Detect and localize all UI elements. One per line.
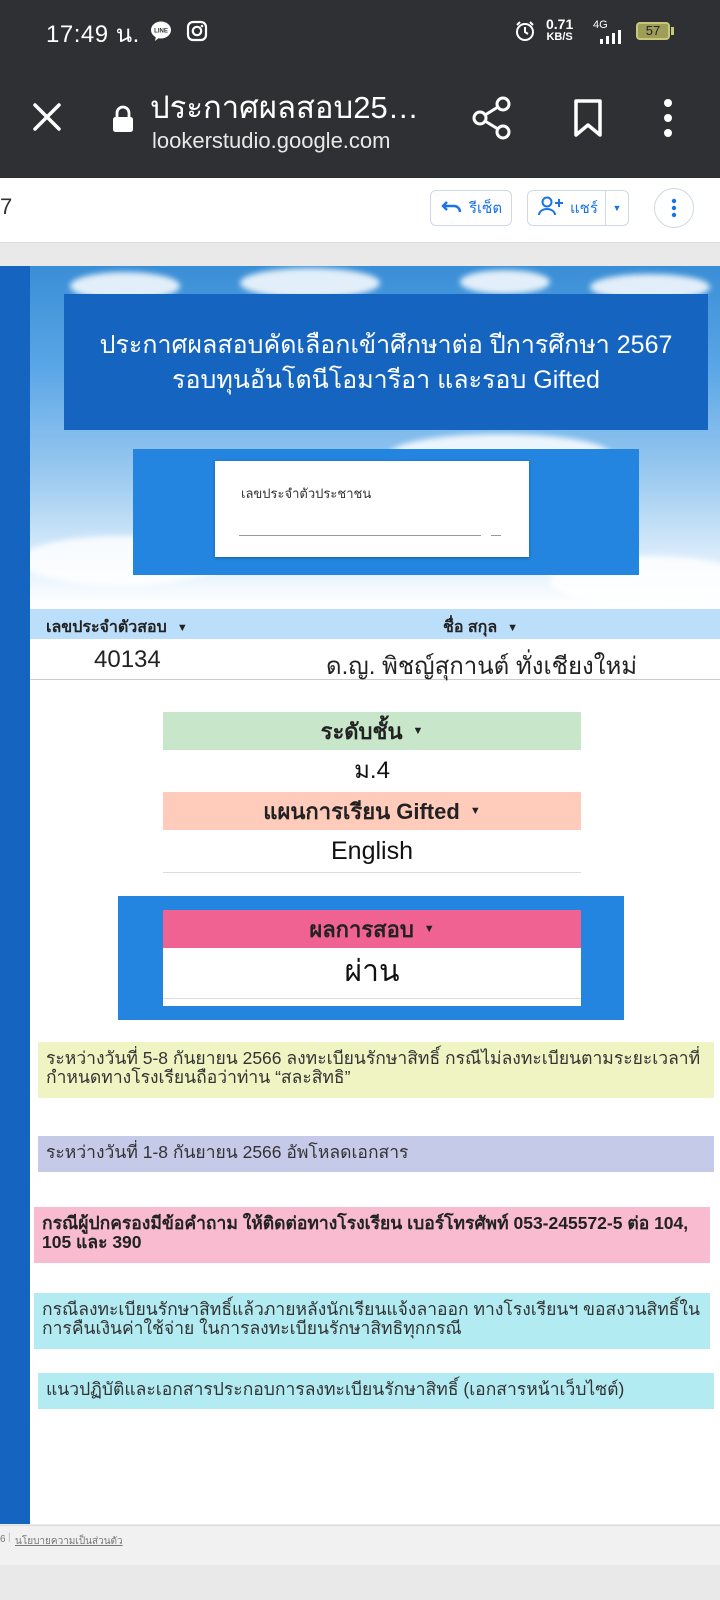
student-name-cell: ด.ญ. พิชญ์สุกานต์ ทั่งเชียงใหม่ [326, 653, 638, 680]
results-table-header: เลขประจำตัวสอบ ▼ ชื่อ สกุล ▼ [30, 609, 720, 639]
add-person-icon [538, 196, 564, 220]
result-header[interactable]: ผลการสอบ ▼ [163, 910, 581, 948]
left-accent-bar [0, 266, 30, 1524]
report-title-box: ประกาศผลสอบคัดเลือกเข้าศึกษาต่อ ปีการศึก… [64, 294, 708, 430]
level-scorecard: ระดับชั้น ▼ ม.4 [163, 712, 581, 792]
privacy-policy-link[interactable]: นโยบายความเป็นส่วนตัว [15, 1534, 123, 1549]
sort-caret-icon: ▼ [176, 621, 188, 634]
reset-label: รีเซ็ต [469, 200, 503, 217]
looker-header: 7 รีเซ็ต แชร์ ▼ [0, 178, 720, 243]
vertical-dots-icon [671, 198, 677, 218]
close-icon[interactable] [30, 100, 64, 139]
table-row: 40134 ด.ญ. พิชญ์สุกานต์ ทั่งเชียงใหม่ [30, 639, 720, 680]
status-bar: 17:49 น. LINE 0.71 KB/S 4G 57 [0, 0, 720, 62]
report-footer: 6 | นโยบายความเป็นส่วนตัว [0, 1525, 720, 1566]
result-scorecard: ผลการสอบ ▼ ผ่าน [163, 910, 581, 1006]
program-label: แผนการเรียน Gifted [263, 798, 460, 824]
system-nav-area [0, 1565, 720, 1600]
report-more-button[interactable] [654, 188, 694, 228]
more-options-icon[interactable] [663, 98, 673, 143]
exam-id-cell: 40134 [94, 646, 161, 673]
browser-toolbar: ประกาศผลสอบ25… lookerstudio.google.com [0, 62, 720, 178]
level-value: ม.4 [354, 757, 390, 784]
report-title-line2: รอบทุนอันโตนีโอมารีอา และรอบ Gifted [172, 366, 600, 394]
exam-id-header-label: เลขประจำตัวสอบ [46, 619, 167, 636]
note-guidelines-link[interactable]: แนวปฏิบัติและเอกสารประกอบการลงทะเบียนรัก… [38, 1373, 714, 1409]
reset-button[interactable]: รีเซ็ต [430, 190, 512, 226]
note-upload-period: ระหว่างวันที่ 1-8 กันยายน 2566 อัพโหลดเอ… [38, 1136, 714, 1172]
id-input-panel: เลขประจำตัวประชาชน [133, 449, 639, 575]
note-refund-policy: กรณีลงทะเบียนรักษาสิทธิ์แล้วภายหลังนักเร… [34, 1293, 710, 1349]
name-header-label: ชื่อ สกุล [443, 619, 498, 636]
program-value: English [163, 830, 581, 873]
share-dropdown-caret-icon[interactable]: ▼ [605, 191, 628, 225]
share-label: แชร์ [570, 200, 598, 217]
battery-level: 57 [645, 23, 661, 38]
note-registration-period: ระหว่างวันที่ 5-8 กันยายน 2566 ลงทะเบียน… [38, 1042, 714, 1098]
undo-icon [441, 198, 463, 218]
id-input-label: เลขประจำตัวประชาชน [241, 486, 372, 501]
report-title-line1: ประกาศผลสอบคัดเลือกเข้าศึกษาต่อ ปีการศึก… [99, 331, 673, 359]
lock-icon [111, 104, 135, 139]
level-header[interactable]: ระดับชั้น ▼ [163, 712, 581, 750]
report-page: ประกาศผลสอบคัดเลือกเข้าศึกษาต่อ ปีการศึก… [30, 266, 720, 1524]
result-label: ผลการสอบ [309, 916, 414, 942]
page-title: ประกาศผลสอบ25… [150, 90, 419, 125]
footer-fragment: 6 [0, 1534, 6, 1545]
dropdown-caret-icon: ▼ [423, 923, 435, 935]
id-input-field[interactable] [239, 535, 481, 536]
dropdown-caret-icon: ▼ [469, 805, 481, 817]
battery-tip [671, 27, 674, 35]
page-number-fragment: 7 [0, 194, 13, 219]
column-header-exam-id[interactable]: เลขประจำตัวสอบ ▼ [46, 615, 188, 640]
input-underline-end [491, 535, 501, 536]
instagram-icon [186, 20, 208, 47]
result-panel: ผลการสอบ ▼ ผ่าน [118, 896, 624, 1020]
share-icon[interactable] [472, 96, 512, 145]
bookmark-icon[interactable] [572, 98, 604, 143]
network-speed: 0.71 KB/S [546, 16, 574, 44]
id-input-card[interactable]: เลขประจำตัวประชาชน [215, 461, 529, 557]
battery-icon: 57 [636, 22, 670, 40]
alarm-icon [514, 20, 536, 47]
program-scorecard: แผนการเรียน Gifted ▼ English [163, 792, 581, 873]
dropdown-caret-icon: ▼ [412, 725, 424, 737]
note-contact: กรณีผู้ปกครองมีข้อคำถาม ให้ติดต่อทางโรงเ… [34, 1207, 710, 1263]
net-speed-value: 0.71 [546, 16, 574, 32]
column-header-name[interactable]: ชื่อ สกุล ▼ [443, 615, 518, 640]
sort-caret-icon: ▼ [507, 621, 519, 634]
signal-icon [598, 30, 622, 49]
share-button[interactable]: แชร์ ▼ [527, 190, 629, 226]
program-header[interactable]: แผนการเรียน Gifted ▼ [163, 792, 581, 830]
page-url[interactable]: lookerstudio.google.com [152, 128, 390, 154]
net-speed-unit: KB/S [546, 31, 573, 43]
line-app-icon: LINE [150, 20, 172, 47]
status-time: 17:49 น. [46, 21, 140, 48]
result-value: ผ่าน [163, 948, 581, 999]
svg-text:LINE: LINE [154, 29, 168, 35]
level-label: ระดับชั้น [320, 718, 403, 744]
footer-divider: | [8, 1532, 11, 1543]
